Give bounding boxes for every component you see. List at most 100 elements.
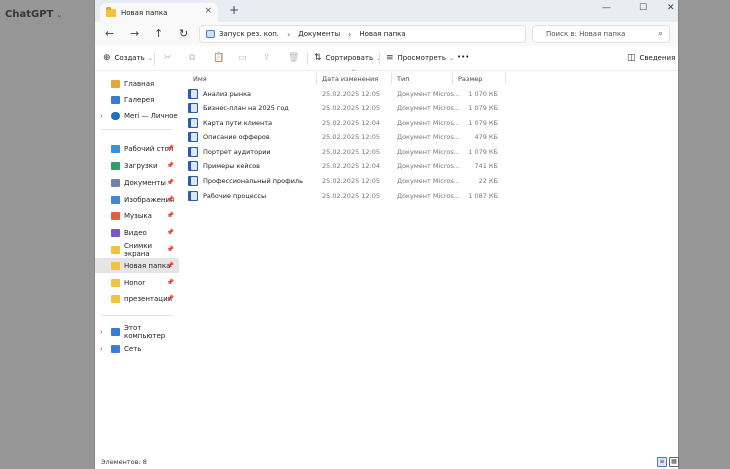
tab-close-icon[interactable]: × <box>204 6 212 16</box>
sidebar-item-home[interactable]: Главная <box>95 76 179 91</box>
create-button[interactable]: ⊕ Создать ⌄ <box>103 53 153 63</box>
file-name: Портрет аудитории <box>203 148 271 156</box>
paste-icon[interactable]: 📋 <box>213 53 228 63</box>
file-row[interactable]: Примеры кейсов 25.02.2025 12:04 Документ… <box>185 159 505 173</box>
pin-icon: 📌 <box>166 246 174 253</box>
sidebar-item-gallery[interactable]: Галерея <box>95 92 179 107</box>
breadcrumb-documents[interactable]: Документы <box>298 30 340 38</box>
file-row[interactable]: Рабочие процессы 25.02.2025 12:05 Докуме… <box>185 189 505 203</box>
chevron-down-icon: ⌄ <box>147 54 153 62</box>
sidebar-item-downloads[interactable]: Загрузки 📌 <box>95 158 179 173</box>
file-type: Документ Micros... <box>397 192 460 200</box>
sidebar-item-video[interactable]: Видео 📌 <box>95 225 179 240</box>
breadcrumb-new-folder[interactable]: Новая папка <box>359 30 405 38</box>
file-name: Профессиональный профиль <box>203 177 303 185</box>
word-document-icon <box>188 89 198 99</box>
sidebar-item-network[interactable]: › Сеть <box>95 341 179 356</box>
maximize-button[interactable]: ☐ <box>639 3 647 13</box>
column-header-size[interactable]: Размер <box>458 72 482 85</box>
view-button[interactable]: ≡ Просмотреть ⌄ <box>386 53 454 63</box>
view-list-icon: ≡ <box>386 53 394 63</box>
column-header-date[interactable]: Дата изменения <box>322 72 378 85</box>
sidebar-item-label: Новая папка <box>124 261 171 270</box>
sidebar-item-documents[interactable]: Документы 📌 <box>95 175 179 190</box>
sidebar-item-honor[interactable]: Honor 📌 <box>95 275 179 290</box>
word-document-icon <box>188 191 198 201</box>
up-arrow-icon[interactable]: ↑ <box>154 27 163 40</box>
sidebar-item-screenshots[interactable]: Снимки экрана 📌 <box>95 242 179 258</box>
sort-icon: ⇅ <box>314 53 322 63</box>
sidebar-item-new-folder[interactable]: Новая папка 📌 <box>95 258 179 273</box>
more-icon: ••• <box>457 53 470 61</box>
tiles-view-icon[interactable]: ▦ <box>669 457 679 467</box>
column-header-label: Тип <box>397 74 410 83</box>
search-input[interactable]: Поиск в: Новая папка ⌕ <box>532 25 670 43</box>
column-divider[interactable] <box>316 73 317 84</box>
details-button[interactable]: ◫ Сведения <box>627 53 675 63</box>
pin-icon: 📌 <box>166 212 174 219</box>
expand-chevron-icon[interactable]: › <box>100 345 103 353</box>
address-bar[interactable]: Запуск рез. коп. › Документы › Новая пап… <box>199 25 526 43</box>
breadcrumb-chevron-icon[interactable]: › <box>287 30 290 39</box>
delete-icon[interactable]: 🗑 <box>288 53 303 63</box>
sidebar-item-music[interactable]: Музыка 📌 <box>95 208 179 223</box>
file-size: 1 079 КБ <box>468 104 498 112</box>
sidebar-item-label: Документы <box>124 178 166 187</box>
sidebar-item-onedrive[interactable]: › Meri — Личное <box>95 108 179 123</box>
column-divider[interactable] <box>391 73 392 84</box>
sidebar-item-this-pc[interactable]: › Этот компьютер <box>95 324 179 340</box>
breadcrumb-backup[interactable]: Запуск рез. коп. <box>219 30 279 38</box>
tab-bar: Новая папка × + — ☐ ✕ <box>95 0 678 22</box>
sidebar-item-presentations[interactable]: презентации 📌 <box>95 291 179 306</box>
file-name: Карта пути клиента <box>203 119 273 127</box>
expand-chevron-icon[interactable]: › <box>100 112 103 120</box>
plus-circle-icon: ⊕ <box>103 53 111 63</box>
breadcrumb-chevron-icon[interactable]: › <box>348 30 351 39</box>
column-header-label: Размер <box>458 74 483 83</box>
share-icon[interactable]: ⇪ <box>263 53 275 63</box>
file-date: 25.02.2025 12:05 <box>322 148 381 156</box>
file-row[interactable]: Анализ рынка 25.02.2025 12:05 Документ M… <box>185 87 505 101</box>
sort-button[interactable]: ⇅ Сортировать ⌄ <box>314 53 381 63</box>
pin-icon: 📌 <box>166 145 174 152</box>
sidebar-item-label: Музыка <box>124 211 152 220</box>
close-window-button[interactable]: ✕ <box>667 3 675 13</box>
word-document-icon <box>188 147 198 157</box>
file-type: Документ Micros... <box>397 177 460 185</box>
pin-icon: 📌 <box>166 279 174 286</box>
column-divider[interactable] <box>452 73 453 84</box>
more-options-button[interactable]: ••• <box>457 53 469 61</box>
column-header-name[interactable]: Имя <box>193 72 207 85</box>
rename-icon[interactable]: ▭ <box>238 53 251 63</box>
view-label: Просмотреть <box>397 54 446 62</box>
file-name: Бизнес-план на 2025 год <box>203 104 289 112</box>
file-row[interactable]: Бизнес-план на 2025 год 25.02.2025 12:05… <box>185 101 505 115</box>
forward-arrow-icon[interactable]: → <box>130 27 139 40</box>
minimize-button[interactable]: — <box>602 3 611 13</box>
expand-chevron-icon[interactable]: › <box>100 328 103 336</box>
file-size: 1 087 КБ <box>468 192 498 200</box>
column-divider[interactable] <box>505 73 506 84</box>
file-name: Примеры кейсов <box>203 162 260 170</box>
new-tab-button[interactable]: + <box>229 3 239 17</box>
file-type: Документ Micros... <box>397 90 460 98</box>
file-size: 22 КБ <box>478 177 498 185</box>
back-arrow-icon[interactable]: ← <box>105 27 114 40</box>
column-header-type[interactable]: Тип <box>397 72 409 85</box>
file-name: Рабочие процессы <box>203 192 267 200</box>
home-icon <box>111 79 120 88</box>
file-row[interactable]: Карта пути клиента 25.02.2025 12:04 Доку… <box>185 116 505 130</box>
sidebar-item-pictures[interactable]: Изображения 📌 <box>95 192 179 207</box>
cut-icon[interactable]: ✂ <box>164 53 176 63</box>
tab-current-folder[interactable]: Новая папка × <box>100 3 218 22</box>
refresh-icon[interactable]: ↻ <box>179 27 188 40</box>
sidebar-item-desktop[interactable]: Рабочий стол 📌 <box>95 141 179 156</box>
file-size: 1 079 КБ <box>468 148 498 156</box>
file-row[interactable]: Описание офферов 25.02.2025 12:05 Докуме… <box>185 130 505 144</box>
copy-icon[interactable]: ⧉ <box>189 53 199 63</box>
file-date: 25.02.2025 12:05 <box>322 104 381 112</box>
details-label: Сведения <box>639 54 676 62</box>
file-row[interactable]: Профессиональный профиль 25.02.2025 12:0… <box>185 174 505 188</box>
file-row[interactable]: Портрет аудитории 25.02.2025 12:05 Докум… <box>185 145 505 159</box>
details-view-icon[interactable]: ≡ <box>657 457 667 467</box>
